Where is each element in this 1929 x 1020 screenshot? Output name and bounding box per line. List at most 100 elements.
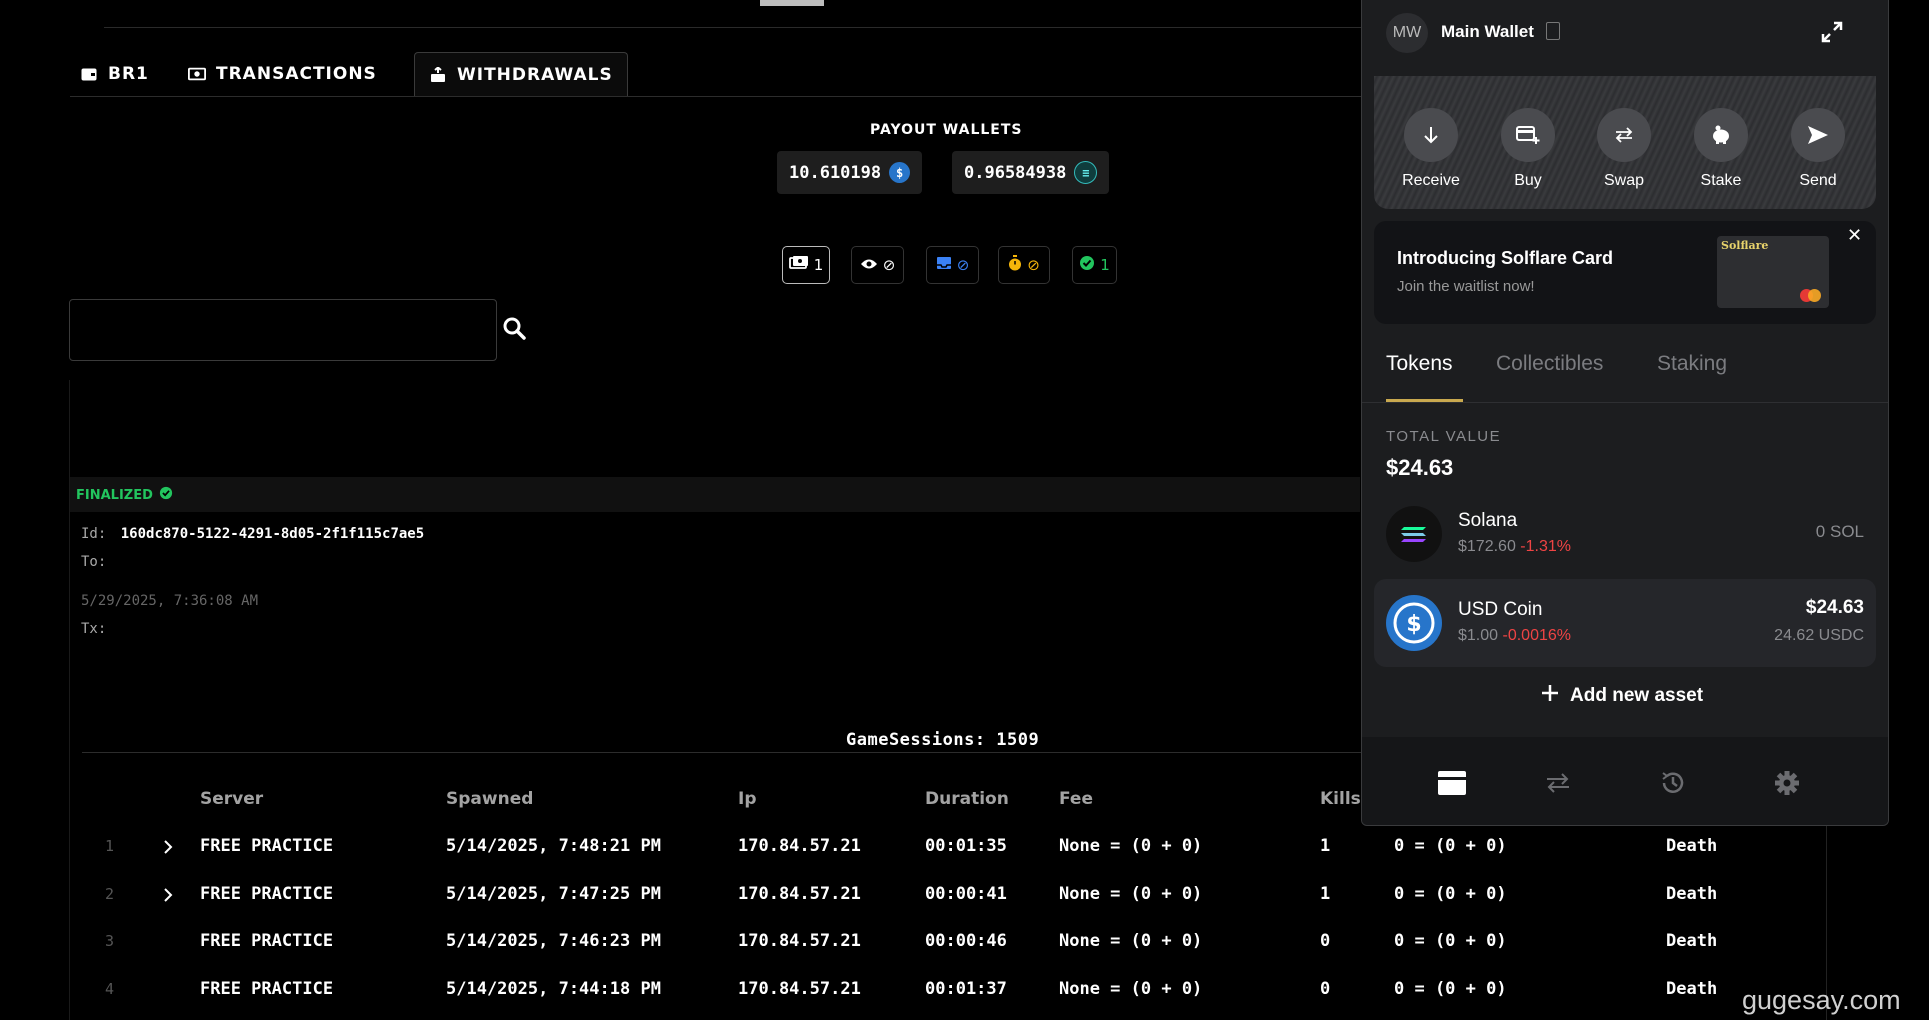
price-value: $1.00 [1458, 627, 1499, 644]
column-header-ip[interactable]: Ip [738, 789, 757, 809]
cell-kills: 1 [1320, 836, 1331, 856]
asset-usd-value: $24.63 [1805, 597, 1864, 618]
column-header-spawned[interactable]: Spawned [446, 789, 533, 809]
swap-button[interactable]: Swap [1589, 108, 1659, 190]
action-label: Send [1799, 172, 1837, 189]
search-icon[interactable] [502, 316, 526, 344]
filter-count: ⊘ [956, 256, 970, 274]
asset-price: $1.00 -0.0016% [1458, 627, 1571, 645]
search-input[interactable] [69, 299, 497, 361]
asset-row-usdc[interactable]: $ USD Coin $1.00 -0.0016% $24.63 24.62 U… [1374, 579, 1876, 667]
cell-spawned: 5/14/2025, 7:48:21 PM [446, 836, 661, 856]
card-plus-icon [1501, 108, 1555, 162]
svg-text:$: $ [1406, 612, 1421, 637]
tab-collectibles[interactable]: Collectibles [1496, 352, 1603, 376]
send-icon [1791, 108, 1845, 162]
add-asset-button[interactable]: Add new asset [1540, 683, 1703, 709]
history-nav-icon[interactable] [1657, 767, 1689, 799]
watermark: gugesay.com [1742, 985, 1901, 1015]
tab-withdrawals[interactable]: WITHDRAWALS [414, 52, 628, 97]
arrow-down-icon [1404, 108, 1458, 162]
receive-button[interactable]: Receive [1396, 108, 1466, 190]
chevron-right-icon[interactable] [162, 887, 174, 907]
expand-icon[interactable] [1820, 20, 1844, 49]
id-value: 160dc870-5122-4291-8d05-2f1f115c7ae5 [120, 526, 425, 542]
stake-button[interactable]: Stake [1686, 108, 1756, 190]
copy-icon[interactable] [1546, 22, 1560, 40]
payout-amount: 10.610198 [789, 162, 882, 183]
withdrawal-header [70, 477, 1360, 512]
plus-icon [1540, 683, 1560, 709]
close-icon[interactable]: ✕ [1847, 225, 1862, 246]
status-badge: FINALIZED [76, 486, 173, 504]
cell-duration: 00:01:35 [925, 836, 1007, 856]
check-circle-icon [159, 486, 173, 504]
game-sessions-title: GameSessions: 1509 [846, 730, 1040, 750]
cell-reward: 0 = (0 + 0) [1394, 931, 1507, 951]
cell-end: Death [1666, 884, 1718, 904]
tab-transactions[interactable]: TRANSACTIONS [188, 52, 377, 96]
cell-reward: 0 = (0 + 0) [1394, 836, 1507, 856]
action-label: Buy [1514, 172, 1542, 189]
swap-icon [1597, 108, 1651, 162]
wallet-tabs: Tokens Collectibles Staking [1362, 352, 1888, 403]
filter-pending[interactable]: 1 [782, 246, 830, 284]
buy-button[interactable]: Buy [1493, 108, 1563, 190]
filter-count: 1 [1100, 256, 1110, 274]
total-value: $24.63 [1386, 455, 1454, 480]
withdrawal-date: 5/29/2025, 7:36:08 AM [81, 593, 259, 609]
withdrawal-to: To: [81, 554, 106, 570]
column-header-kills[interactable]: Kills [1320, 789, 1361, 809]
cash-icon [788, 256, 809, 274]
payout-amount: 0.96584938 [964, 162, 1067, 183]
cell-server: FREE PRACTICE [200, 836, 334, 856]
swap-nav-icon[interactable] [1542, 767, 1574, 799]
payout-wallets-title: PAYOUT WALLETS [870, 122, 1023, 138]
promo-subtitle: Join the waitlist now! [1397, 278, 1535, 295]
tabs-divider [70, 96, 1370, 97]
tab-tokens[interactable]: Tokens [1386, 352, 1453, 376]
cell-duration: 00:00:41 [925, 884, 1007, 904]
money-icon [188, 67, 206, 81]
promo-banner[interactable]: Introducing Solflare Card Join the waitl… [1374, 221, 1876, 324]
send-button[interactable]: Send [1783, 108, 1853, 190]
cell-end: Death [1666, 979, 1718, 999]
row-index: 3 [105, 932, 115, 950]
filter-viewed[interactable]: ⊘ [851, 246, 904, 284]
active-tab-underline [1386, 399, 1463, 402]
column-header-duration[interactable]: Duration [925, 789, 1009, 809]
column-header-server[interactable]: Server [200, 789, 263, 809]
cell-server: FREE PRACTICE [200, 884, 334, 904]
id-label: Id: [81, 526, 107, 542]
check-circle-icon [1079, 255, 1095, 275]
filter-processing[interactable]: ⊘ [998, 246, 1050, 284]
withdrawal-tx: Tx: [81, 621, 106, 637]
sessions-divider [82, 752, 1367, 753]
cell-duration: 00:01:37 [925, 979, 1007, 999]
avatar[interactable]: MW [1386, 13, 1428, 53]
asset-balance: 0 SOL [1815, 522, 1864, 541]
filter-inbox[interactable]: ⊘ [926, 246, 979, 284]
cell-ip: 170.84.57.21 [738, 931, 861, 951]
tab-br1[interactable]: BR1 [80, 52, 149, 96]
wallet-header: MW Main Wallet [1362, 0, 1888, 76]
price-change: -0.0016% [1502, 627, 1572, 644]
asset-row-solana[interactable]: Solana $172.60 -1.31% 0 SOL [1374, 490, 1876, 578]
cell-server: FREE PRACTICE [200, 931, 334, 951]
tab-staking[interactable]: Staking [1657, 352, 1727, 376]
status-text: FINALIZED [76, 487, 153, 503]
usdc-icon: $ [1386, 595, 1442, 651]
wallet-nav-icon[interactable] [1436, 767, 1468, 799]
solana-icon [1386, 506, 1442, 562]
piggy-bank-icon [1694, 108, 1748, 162]
to-label: To: [81, 554, 107, 570]
wallet-name[interactable]: Main Wallet [1441, 22, 1534, 42]
promo-title: Introducing Solflare Card [1397, 248, 1614, 268]
cell-fee: None = (0 + 0) [1059, 931, 1203, 951]
chevron-right-icon[interactable] [162, 839, 174, 859]
cell-reward: 0 = (0 + 0) [1394, 979, 1507, 999]
gear-icon[interactable] [1771, 767, 1803, 799]
filter-finalized[interactable]: 1 [1072, 246, 1117, 284]
column-header-fee[interactable]: Fee [1059, 789, 1093, 809]
card-image: Solflare [1717, 236, 1829, 308]
